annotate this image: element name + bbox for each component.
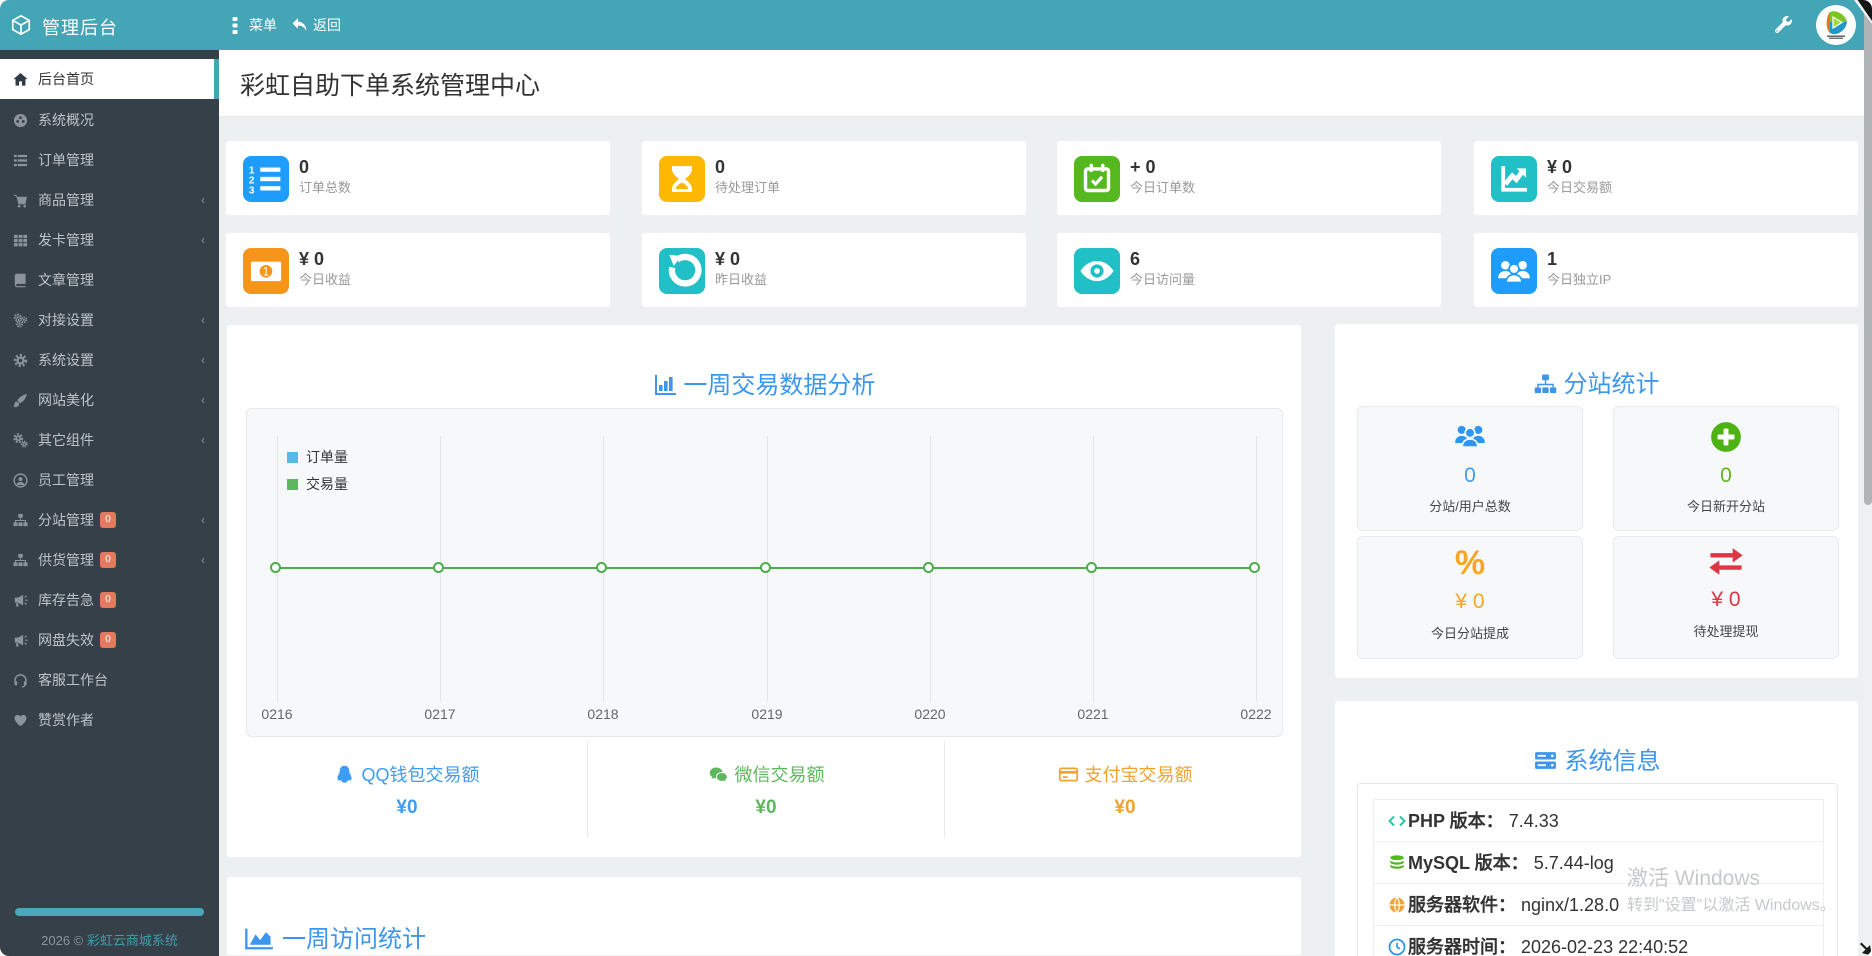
- svg-text:3: 3: [249, 185, 255, 196]
- svg-text:1: 1: [263, 266, 269, 278]
